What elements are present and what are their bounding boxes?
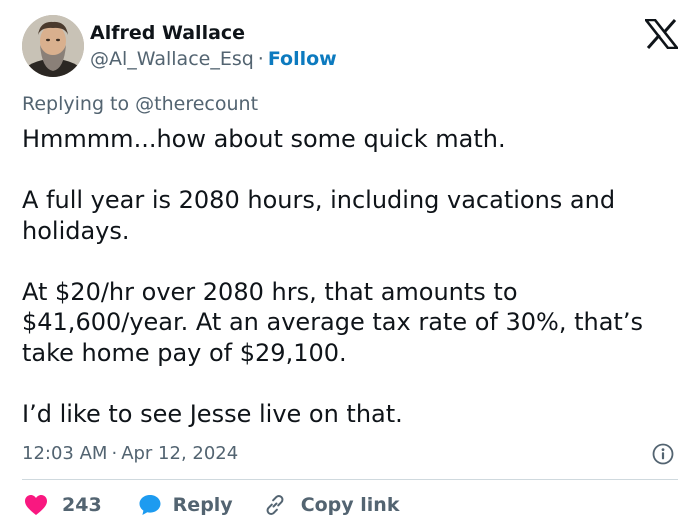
author-handle[interactable]: @Al_Wallace_Esq [90,48,254,70]
divider [22,479,678,480]
timestamp-separator: · [111,443,118,464]
link-icon [263,493,287,517]
handle-separator: · [257,48,264,70]
author-name[interactable]: Alfred Wallace [90,22,245,44]
reply-context-prefix: Replying to [22,93,130,115]
tweet-paragraph: A full year is 2080 hours, including vac… [22,186,616,245]
speech-bubble-icon [138,493,162,517]
tweet-text: Hmmmm...how about some quick math. A ful… [22,124,682,429]
reply-button[interactable]: Reply [138,493,233,517]
reply-context: Replying to @therecount [22,93,258,115]
avatar-portrait-image [22,15,84,77]
tweet-timestamp[interactable]: 12:03 AM · Apr 12, 2024 [22,443,238,464]
copy-link-button[interactable]: Copy link [263,493,400,517]
info-icon[interactable] [652,443,674,465]
x-logo-icon[interactable] [643,18,680,50]
author-handle-row: @Al_Wallace_Esq · Follow [90,48,337,70]
tweet-date: Apr 12, 2024 [121,443,239,464]
action-bar: 243 Reply Copy link [24,492,399,518]
like-count: 243 [62,494,102,516]
reply-context-handle[interactable]: @therecount [135,93,258,115]
follow-button[interactable]: Follow [268,48,337,70]
tweet-time: 12:03 AM [22,443,108,464]
avatar[interactable] [22,15,84,77]
like-button[interactable]: 243 [24,494,102,516]
tweet-paragraph: I’d like to see Jesse live on that. [22,399,403,428]
copy-link-label: Copy link [300,494,400,516]
heart-icon [24,494,48,516]
tweet-paragraph: Hmmmm...how about some quick math. [22,125,506,153]
reply-label: Reply [172,494,233,516]
tweet-paragraph: At $20/hr over 2080 hrs, that amounts to… [22,277,643,367]
